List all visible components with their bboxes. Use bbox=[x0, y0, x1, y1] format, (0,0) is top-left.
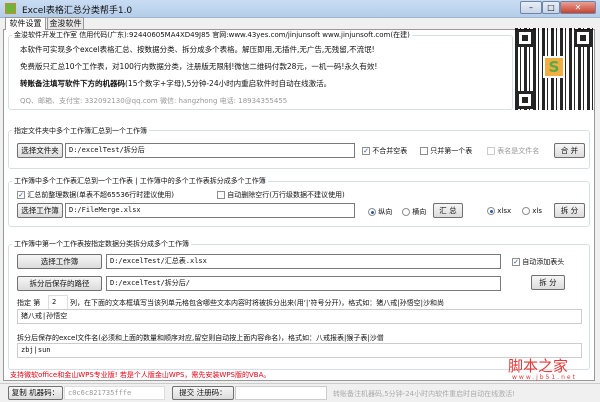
close-button[interactable]: ✕ bbox=[560, 1, 596, 14]
split-sheets-button[interactable]: 拆 分 bbox=[554, 203, 585, 218]
tidy-data-checkbox[interactable]: ✓ 汇总前整理数据(单表不超65536行时建议使用) bbox=[17, 190, 174, 200]
vertical-radio[interactable]: 纵向 bbox=[368, 207, 392, 217]
maximize-button[interactable]: □ bbox=[542, 1, 560, 14]
logo-icon: S bbox=[543, 56, 565, 78]
info-line3: (15个数字+字母),5分钟-24小时内重启软件时自动在线激活。 bbox=[125, 79, 332, 88]
compatibility-notice: 支持微软office和金山WPS专业版! 若是个人版金山WPS，需先安装WPS版… bbox=[10, 371, 271, 379]
workbook-path-input[interactable]: D:/FileMerge.xlsx bbox=[65, 203, 355, 218]
watermark-url: www.jb51.net bbox=[512, 374, 577, 381]
reg-code-input[interactable] bbox=[235, 386, 327, 400]
watermark-title: 脚本之家 bbox=[508, 357, 569, 375]
summary-button[interactable]: 汇 总 bbox=[433, 203, 463, 218]
xlsx-radio[interactable]: xlsx bbox=[487, 207, 511, 215]
tab-settings[interactable]: 软件设置 bbox=[5, 17, 46, 30]
xls-radio[interactable]: xls bbox=[522, 207, 542, 215]
delete-blank-rows-checkbox[interactable]: 自动删除空行(万行级数据不建议使用) bbox=[217, 190, 345, 200]
merge-button[interactable]: 合 并 bbox=[554, 143, 585, 158]
skip-empty-checkbox[interactable]: ✓ 不合并空表 bbox=[362, 146, 407, 156]
select-folder-button[interactable]: 选择文件夹 bbox=[17, 143, 63, 158]
split-by-data-title: 工作簿中第一个工作表按指定数据分类拆分成多个工作簿 bbox=[12, 239, 191, 249]
info-line1: 本软件可实现多个excel表格汇总、按数据分类、拆分成多个表格。解压即用,无插件… bbox=[20, 45, 375, 54]
submit-reg-code-button[interactable]: 提交 注册码： bbox=[172, 386, 234, 400]
select-workbook-button[interactable]: 选择工作簿 bbox=[17, 203, 63, 218]
sheet-name-filename-checkbox[interactable]: 表名是文件名 bbox=[487, 146, 539, 156]
copy-machine-code-button[interactable]: 复制 机器码： bbox=[8, 386, 63, 400]
split-data-button[interactable]: 拆 分 bbox=[531, 275, 565, 290]
horizontal-radio[interactable]: 横向 bbox=[402, 207, 426, 217]
source-workbook-input[interactable]: D:/excelTest/汇总表.xlsx bbox=[106, 254, 501, 269]
filename-instruction-label: 拆分后保存的excel文件名(必须和上面的数量和顺序对应,留空则自动按上面内容命… bbox=[17, 334, 384, 342]
minimize-button[interactable]: – bbox=[520, 1, 542, 14]
sheet-merge-title: 工作簿中多个工作表汇总到一个工作表 | 工作簿中的多个工作表拆分成多个工作簿 bbox=[12, 176, 268, 186]
column-instruction-label: 列，在下面的文本框填写当该列单元格包含哪些文本内容时将被拆分出来(用‘|’符号分… bbox=[70, 299, 444, 307]
first-sheet-only-checkbox[interactable]: 只并第一个表 bbox=[420, 146, 472, 156]
save-path-button[interactable]: 拆分后保存的路径 bbox=[17, 276, 102, 291]
column-number-input[interactable]: 2 bbox=[48, 295, 68, 310]
filenames-input[interactable]: zbj|sun bbox=[17, 343, 582, 358]
qr-code: S bbox=[515, 28, 593, 110]
machine-code-field[interactable]: c0c6c821735fffe bbox=[64, 386, 165, 400]
select-source-workbook-button[interactable]: 选择工作簿 bbox=[17, 254, 102, 269]
column-prefix-label: 指定 第 bbox=[17, 299, 41, 307]
auto-header-checkbox[interactable]: ✓ 自动添加表头 bbox=[512, 257, 564, 267]
window-title: Excel表格汇总分类帮手1.0 bbox=[22, 6, 133, 16]
info-line2: 免费版只汇总10个工作表，对100行内数据分类，注册版无限制!微信二维码付款28… bbox=[20, 62, 378, 71]
info-line3-bold: 转账备注填写软件下方的机器码 bbox=[20, 79, 125, 88]
activation-hint: 转账备注机器码,5分钟-24小时内软件重启时自动在线激活! bbox=[333, 390, 515, 398]
folder-path-input[interactable]: D:/excelTest/拆分后 bbox=[65, 143, 355, 158]
contact-info: QQ、邮箱、支付宝: 332092130@qq.com 微信: hangzhon… bbox=[20, 97, 288, 105]
app-icon bbox=[5, 3, 16, 14]
info-header: 金浚软件开发工作室 信用代码(广东):92440605MA4XD49J85 官网… bbox=[12, 30, 412, 40]
tab-jinjun-software[interactable]: 金浚软件 bbox=[47, 17, 84, 29]
keywords-input[interactable]: 猪八戒|孙悟空 bbox=[17, 309, 582, 324]
save-path-input[interactable]: D:/excelTest/拆分后/ bbox=[106, 276, 501, 291]
folder-merge-title: 指定文件夹中多个工作簿汇总到一个工作簿 bbox=[12, 126, 149, 136]
